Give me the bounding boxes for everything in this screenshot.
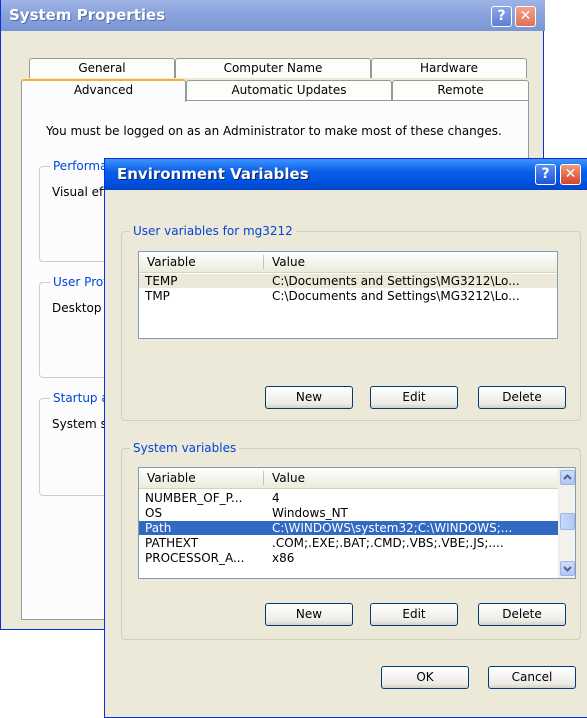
user-edit-button[interactable]: Edit [370, 386, 458, 409]
tab-advanced[interactable]: Advanced [21, 79, 186, 102]
tab-hardware[interactable]: Hardware [371, 58, 527, 78]
close-button[interactable]: ✕ [560, 164, 581, 185]
variable-value: 4 [272, 491, 280, 505]
group-legend: System variables [130, 441, 240, 455]
list-item[interactable]: TEMP C:\Documents and Settings\MG3212\Lo… [139, 274, 557, 288]
variable-name: PROCESSOR_A... [145, 551, 245, 565]
variable-name: Path [145, 521, 172, 535]
environment-variables-dialog: Environment Variables ? ✕ User variables… [104, 158, 587, 718]
column-header-variable[interactable]: Variable [147, 471, 196, 485]
tab-computer-name[interactable]: Computer Name [175, 58, 371, 78]
variable-value: x86 [272, 551, 295, 565]
column-header-value[interactable]: Value [272, 255, 305, 269]
system-new-button[interactable]: New [265, 603, 353, 626]
variable-value: C:\WINDOWS\system32;C:\WINDOWS;... [272, 521, 513, 535]
list-item[interactable]: OS Windows_NT [139, 506, 575, 520]
list-header: Variable Value [139, 252, 557, 273]
vertical-scrollbar[interactable] [558, 468, 575, 578]
list-item[interactable]: NUMBER_OF_P... 4 [139, 491, 575, 505]
variable-value: .COM;.EXE;.BAT;.CMD;.VBS;.VBE;.JS;.... [272, 536, 504, 550]
help-icon: ? [541, 166, 550, 182]
admin-note: You must be logged on as an Administrato… [46, 124, 502, 138]
tab-label: Advanced [73, 83, 134, 97]
variable-name: TEMP [145, 274, 178, 288]
close-icon: ✕ [564, 166, 577, 182]
tab-label: Computer Name [223, 61, 323, 75]
tab-label: Hardware [420, 61, 478, 75]
column-header-value[interactable]: Value [272, 471, 305, 485]
window-title: System Properties [9, 6, 166, 24]
tab-label: General [78, 61, 126, 75]
help-button[interactable]: ? [535, 164, 556, 185]
user-variables-list[interactable]: Variable Value TEMP C:\Documents and Set… [138, 251, 558, 339]
window-title: Environment Variables [117, 165, 309, 183]
list-item[interactable]: PROCESSOR_A... x86 [139, 551, 575, 565]
tab-remote[interactable]: Remote [392, 80, 529, 100]
column-header-variable[interactable]: Variable [147, 255, 196, 269]
variable-value: Windows_NT [272, 506, 348, 520]
user-new-button[interactable]: New [265, 386, 353, 409]
close-icon: ✕ [519, 8, 532, 24]
variable-name: TMP [145, 289, 170, 303]
variable-value: C:\Documents and Settings\MG3212\Lo... [272, 274, 520, 288]
list-item-selected[interactable]: Path C:\WINDOWS\system32;C:\WINDOWS;... [139, 521, 560, 535]
title-bar[interactable]: System Properties ? ✕ [1, 0, 545, 31]
chevron-up-icon [563, 474, 572, 480]
list-header: Variable Value [139, 468, 575, 489]
chevron-down-icon [563, 566, 572, 572]
tab-label: Remote [437, 83, 484, 97]
scroll-thumb[interactable] [560, 513, 575, 530]
scroll-up-button[interactable] [560, 470, 575, 485]
tab-automatic-updates[interactable]: Automatic Updates [186, 80, 392, 100]
close-button[interactable]: ✕ [515, 6, 536, 27]
list-item[interactable]: TMP C:\Documents and Settings\MG3212\Lo.… [139, 289, 557, 303]
column-divider[interactable] [263, 471, 264, 485]
help-icon: ? [497, 8, 506, 24]
tab-general[interactable]: General [29, 58, 175, 78]
variable-value: C:\Documents and Settings\MG3212\Lo... [272, 289, 520, 303]
system-variables-group: System variables Variable Value NUMBER_O… [121, 441, 581, 640]
column-divider[interactable] [263, 255, 264, 269]
system-variables-list[interactable]: Variable Value NUMBER_OF_P... 4 OS Windo… [138, 467, 576, 579]
system-delete-button[interactable]: Delete [478, 603, 566, 626]
system-edit-button[interactable]: Edit [370, 603, 458, 626]
variable-name: NUMBER_OF_P... [145, 491, 243, 505]
ok-button[interactable]: OK [381, 666, 469, 689]
group-legend: User variables for mg3212 [130, 224, 296, 238]
group-text: Desktop [52, 301, 102, 315]
list-item[interactable]: PATHEXT .COM;.EXE;.BAT;.CMD;.VBS;.VBE;.J… [139, 536, 575, 550]
title-bar[interactable]: Environment Variables ? ✕ [105, 159, 587, 190]
help-button[interactable]: ? [491, 6, 512, 27]
variable-name: OS [145, 506, 163, 520]
cancel-button[interactable]: Cancel [488, 666, 576, 689]
user-variables-group: User variables for mg3212 Variable Value… [121, 224, 581, 421]
tab-label: Automatic Updates [231, 83, 347, 97]
scroll-down-button[interactable] [560, 561, 575, 576]
variable-name: PATHEXT [145, 536, 199, 550]
user-delete-button[interactable]: Delete [478, 386, 566, 409]
